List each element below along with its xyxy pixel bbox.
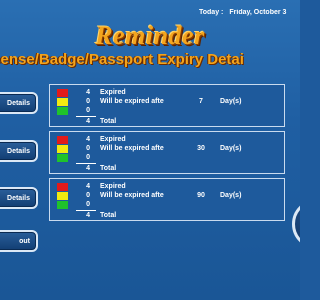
other-count: 0 <box>86 107 90 114</box>
logout-button[interactable]: out <box>0 230 38 252</box>
expired-label: Expired <box>100 183 126 190</box>
status-lights <box>57 183 68 209</box>
page-title: Reminder <box>95 21 205 50</box>
days-value: 90 <box>197 192 205 199</box>
today-value: Friday, October 3 <box>229 9 287 16</box>
expired-count: 4 <box>86 89 90 96</box>
expired-label: Expired <box>100 136 126 143</box>
red-status-light <box>57 136 68 144</box>
green-status-light <box>57 154 68 162</box>
expired-count: 4 <box>86 136 90 143</box>
will-expire-label: Will be expired afte <box>100 192 164 199</box>
will-expire-count: 0 <box>86 145 90 152</box>
total-label: Total <box>100 118 117 125</box>
will-expire-count: 0 <box>86 192 90 199</box>
status-lights <box>57 89 68 115</box>
yellow-status-light <box>57 98 68 106</box>
total-label: Total <box>100 165 117 172</box>
days-unit: Day(s) <box>220 192 242 199</box>
total-count: 4 <box>86 165 90 172</box>
will-expire-label: Will be expired afte <box>100 98 164 105</box>
green-status-light <box>57 201 68 209</box>
days-value: 30 <box>197 145 205 152</box>
expiry-panel-7-days: 4 0 0 Expired Will be expired afte 7 Day… <box>49 84 285 127</box>
red-status-light <box>57 89 68 97</box>
green-status-light <box>57 107 68 115</box>
red-status-light <box>57 183 68 191</box>
total-separator <box>76 210 96 211</box>
will-expire-label: Will be expired afte <box>100 145 164 152</box>
status-counts: 4 0 0 <box>78 182 90 209</box>
total-count: 4 <box>86 212 90 219</box>
expired-count: 4 <box>86 183 90 190</box>
total-separator <box>76 163 96 164</box>
status-counts: 4 0 0 <box>78 135 90 162</box>
total-label: Total <box>100 212 117 219</box>
total-separator <box>76 116 96 117</box>
other-count: 0 <box>86 201 90 208</box>
page-subtitle: icense/Badge/Passport Expiry Detai <box>0 51 244 68</box>
yellow-status-light <box>57 192 68 200</box>
expiry-panel-30-days: 4 0 0 Expired Will be expired afte 30 Da… <box>49 131 285 174</box>
will-expire-count: 0 <box>86 98 90 105</box>
days-unit: Day(s) <box>220 145 242 152</box>
other-count: 0 <box>86 154 90 161</box>
details-button-1[interactable]: Details <box>0 92 38 114</box>
status-counts: 4 0 0 <box>78 88 90 115</box>
today-label: Today : <box>199 9 224 16</box>
round-action-button[interactable] <box>292 199 300 249</box>
details-button-2[interactable]: Details <box>0 140 38 162</box>
status-lights <box>57 136 68 162</box>
status-labels: Expired Will be expired afte 30 Day(s) <box>100 135 241 153</box>
status-labels: Expired Will be expired afte 7 Day(s) <box>100 88 241 106</box>
reminder-window: Today : Friday, October 3 Reminder icense… <box>0 0 300 300</box>
yellow-status-light <box>57 145 68 153</box>
expired-label: Expired <box>100 89 126 96</box>
expiry-panel-90-days: 4 0 0 Expired Will be expired afte 90 Da… <box>49 178 285 221</box>
total-count: 4 <box>86 118 90 125</box>
days-value: 7 <box>199 98 203 105</box>
details-button-3[interactable]: Details <box>0 187 38 209</box>
status-labels: Expired Will be expired afte 90 Day(s) <box>100 182 241 200</box>
today-date: Today : Friday, October 3 <box>199 9 300 16</box>
days-unit: Day(s) <box>220 98 242 105</box>
